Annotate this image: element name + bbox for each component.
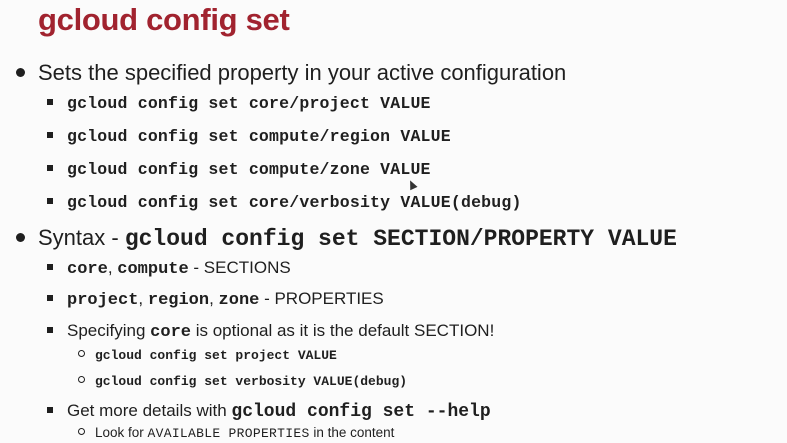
sub-list-item: gcloud config set verbosity VALUE(debug) bbox=[78, 372, 407, 391]
code-command: gcloud config set verbosity VALUE(debug) bbox=[95, 374, 408, 389]
list-item: gcloud config set core/project VALUE bbox=[47, 92, 431, 115]
bullet-point: Sets the specified property in your acti… bbox=[16, 60, 566, 86]
bullet-text: Sets the specified property in your acti… bbox=[38, 60, 567, 85]
syntax-command: gcloud config set SECTION/PROPERTY VALUE bbox=[124, 226, 677, 252]
code-word: AVAILABLE PROPERTIES bbox=[147, 426, 310, 441]
circle-bullet-icon bbox=[78, 427, 85, 435]
code-word: core bbox=[150, 323, 191, 342]
list-item-label: Get more details with bbox=[67, 401, 232, 420]
separator: , bbox=[209, 289, 219, 308]
square-bullet-icon bbox=[47, 164, 53, 171]
code-command: gcloud config set core/verbosity VALUE(d… bbox=[67, 193, 522, 212]
list-item: Get more details with gcloud config set … bbox=[47, 400, 491, 423]
code-word: compute bbox=[117, 260, 189, 279]
circle-bullet-icon bbox=[78, 375, 85, 383]
sub-list-item: Look for AVAILABLE PROPERTIES in the con… bbox=[78, 424, 394, 443]
square-bullet-icon bbox=[47, 294, 53, 301]
code-command: gcloud config set compute/zone VALUE bbox=[67, 160, 431, 179]
code-word: project bbox=[67, 291, 139, 310]
list-item-label: Specifying bbox=[67, 321, 151, 340]
bullet-point: Syntax - gcloud config set SECTION/PROPE… bbox=[16, 225, 677, 252]
list-item-label: in the content bbox=[309, 425, 395, 440]
list-item-label: is optional as it is the default SECTION… bbox=[190, 321, 495, 340]
circle-bullet-icon bbox=[78, 349, 85, 357]
list-item-label: Look for bbox=[95, 425, 148, 440]
list-item: project, region, zone - PROPERTIES bbox=[47, 288, 384, 312]
code-command: gcloud config set --help bbox=[231, 402, 491, 422]
square-bullet-icon bbox=[47, 197, 53, 204]
square-bullet-icon bbox=[47, 98, 53, 105]
list-item-label: - SECTIONS bbox=[188, 258, 291, 277]
code-command: gcloud config set project VALUE bbox=[95, 348, 337, 363]
code-word: core bbox=[67, 260, 108, 279]
bullet-dot-icon bbox=[16, 232, 25, 242]
list-item: gcloud config set compute/region VALUE bbox=[47, 125, 451, 148]
separator: , bbox=[107, 258, 118, 277]
bullet-dot-icon bbox=[16, 67, 25, 77]
list-item-label: - PROPERTIES bbox=[259, 289, 384, 308]
square-bullet-icon bbox=[47, 326, 53, 333]
list-item: gcloud config set core/verbosity VALUE(d… bbox=[47, 191, 522, 214]
code-word: region bbox=[147, 291, 210, 310]
code-command: gcloud config set core/project VALUE bbox=[67, 94, 431, 113]
separator: , bbox=[138, 289, 148, 308]
square-bullet-icon bbox=[47, 131, 53, 138]
sub-list-item: gcloud config set project VALUE bbox=[78, 346, 337, 365]
code-word: zone bbox=[218, 291, 260, 310]
page-title: gcloud config set bbox=[38, 2, 290, 37]
syntax-prefix: Syntax - bbox=[38, 225, 125, 250]
square-bullet-icon bbox=[47, 263, 53, 270]
list-item: gcloud config set compute/zone VALUE bbox=[47, 158, 431, 181]
code-command: gcloud config set compute/region VALUE bbox=[67, 127, 451, 146]
list-item: core, compute - SECTIONS bbox=[47, 257, 291, 281]
square-bullet-icon bbox=[47, 406, 53, 413]
list-item: Specifying core is optional as it is the… bbox=[47, 320, 494, 344]
